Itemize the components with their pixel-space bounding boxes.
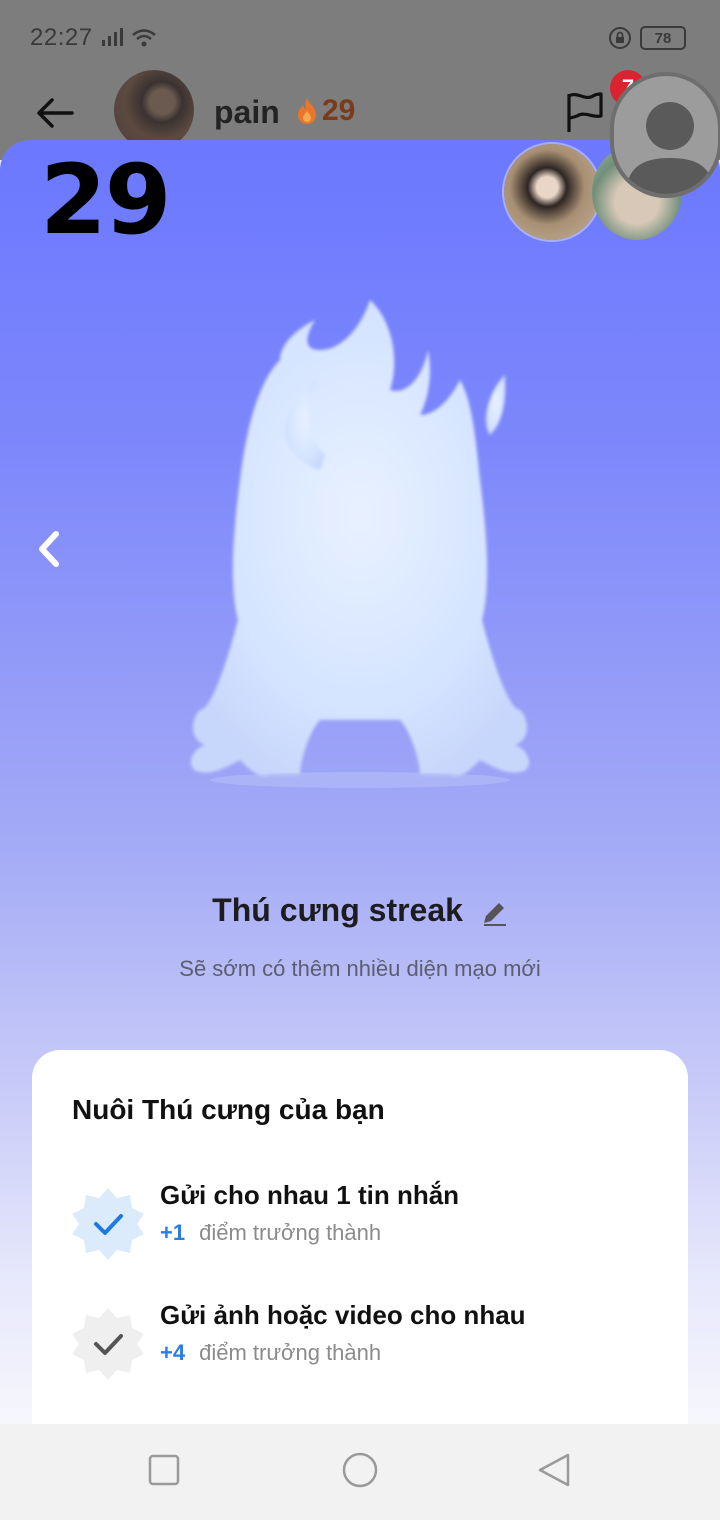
circle-icon[interactable] bbox=[340, 1452, 380, 1492]
contact-name[interactable]: pain bbox=[214, 94, 280, 131]
streak-pet-sheet: 29 Thú cưng streak Sẽ sớm có thêm nhiều … bbox=[0, 140, 720, 1430]
points-value: +4 bbox=[160, 1340, 186, 1365]
signal-icon bbox=[102, 28, 123, 46]
battery-level: 78 bbox=[654, 29, 672, 47]
status-bar: 22:27 78 bbox=[0, 0, 720, 78]
card-title: Nuôi Thú cưng của bạn bbox=[72, 1094, 385, 1125]
check-badge-icon bbox=[72, 1188, 144, 1260]
friend-avatar bbox=[504, 144, 600, 240]
streak-indicator: 29 bbox=[296, 94, 355, 128]
streak-count: 29 bbox=[40, 144, 172, 256]
pencil-icon[interactable] bbox=[480, 899, 508, 927]
points-suffix: điểm trưởng thành bbox=[199, 1220, 382, 1245]
points-value: +1 bbox=[160, 1220, 186, 1245]
task-points: +4 điểm trưởng thành bbox=[160, 1340, 381, 1366]
lock-icon bbox=[609, 27, 631, 49]
pet-subtitle: Sẽ sớm có thêm nhiều diện mạo mới bbox=[179, 956, 541, 981]
points-suffix: điểm trưởng thành bbox=[199, 1340, 382, 1365]
task-item[interactable]: Gửi cho nhau 1 tin nhắn +1 điểm trưởng th… bbox=[32, 1180, 688, 1280]
task-item[interactable]: Gửi ảnh hoặc video cho nhau +4 điểm trưởn… bbox=[32, 1300, 688, 1400]
arrow-left-icon[interactable] bbox=[30, 88, 80, 138]
wifi-icon bbox=[132, 29, 156, 47]
task-points: +1 điểm trưởng thành bbox=[160, 1220, 381, 1246]
streak-pet-illustration bbox=[190, 300, 530, 788]
system-nav-bar bbox=[0, 1424, 720, 1520]
fire-icon bbox=[298, 98, 316, 124]
chevron-left-icon[interactable] bbox=[30, 524, 70, 574]
user-silhouette-icon bbox=[626, 102, 714, 194]
feed-pet-card: Nuôi Thú cưng của bạn Gửi cho nhau 1 tin… bbox=[32, 1050, 688, 1430]
flag-icon[interactable] bbox=[560, 88, 608, 136]
streak-number: 29 bbox=[322, 94, 356, 127]
pet-name[interactable]: Thú cưng streak bbox=[0, 892, 720, 929]
avatar[interactable] bbox=[114, 70, 194, 150]
check-badge-icon bbox=[72, 1308, 144, 1380]
task-title: Gửi cho nhau 1 tin nhắn bbox=[160, 1180, 460, 1210]
status-time: 22:27 bbox=[30, 24, 93, 51]
pet-name-label: Thú cưng streak bbox=[212, 892, 463, 928]
triangle-left-icon[interactable] bbox=[536, 1452, 572, 1488]
square-icon[interactable] bbox=[146, 1452, 182, 1488]
task-title: Gửi ảnh hoặc video cho nhau bbox=[160, 1300, 526, 1330]
floating-profile-avatar[interactable] bbox=[610, 72, 720, 198]
battery-icon: 78 bbox=[640, 26, 686, 50]
